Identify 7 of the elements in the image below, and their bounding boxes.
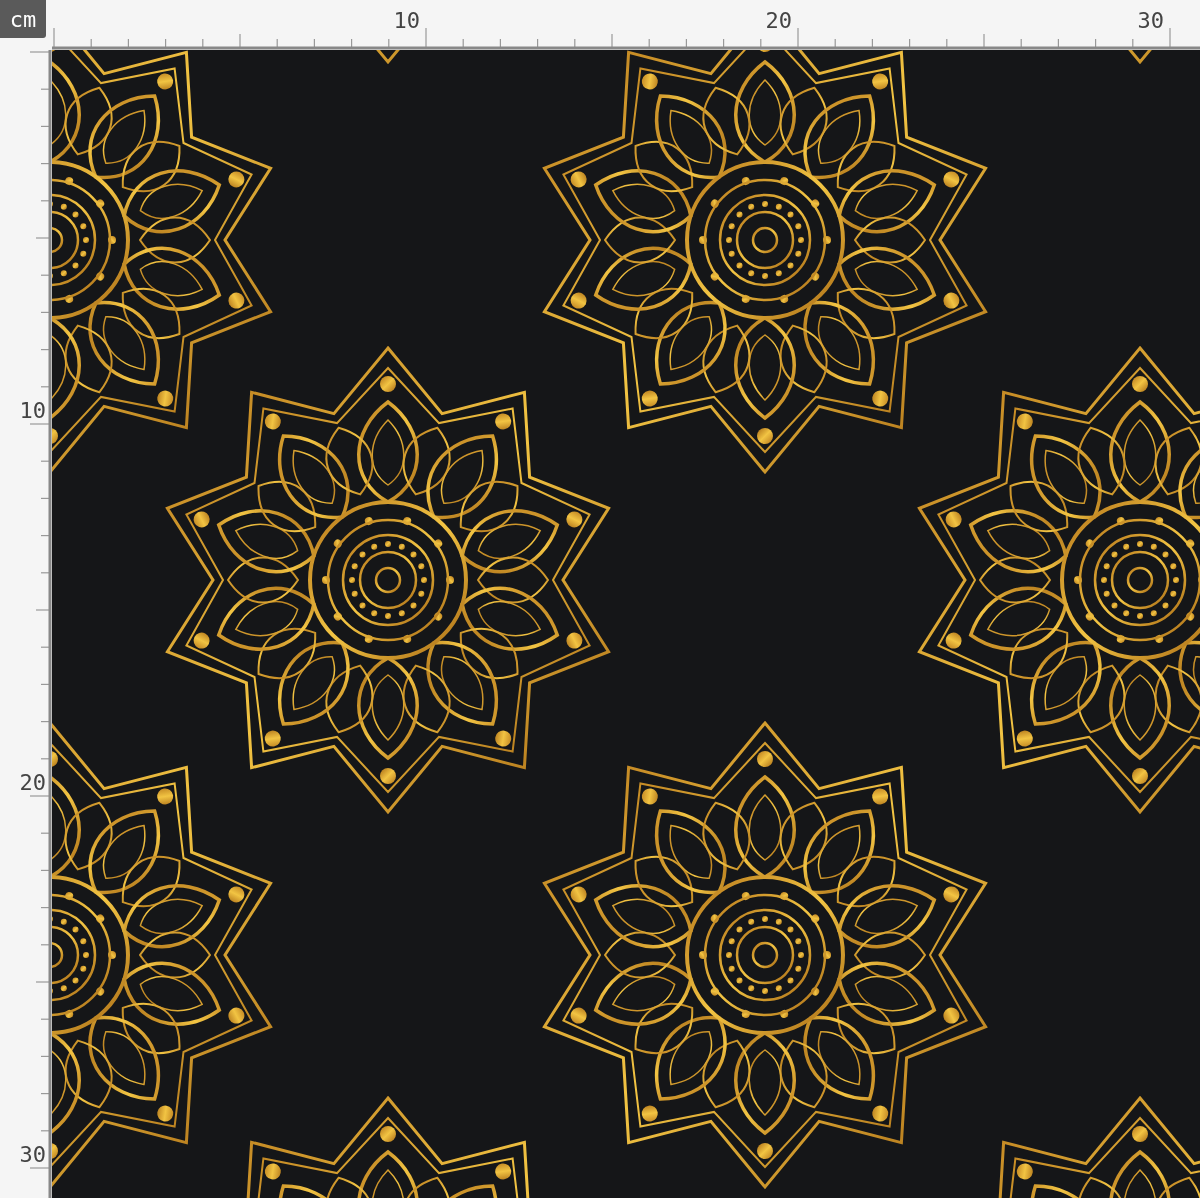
- ruler-label: 20: [19, 770, 46, 795]
- ruler-label: 20: [765, 8, 792, 33]
- ruler-label: 30: [1137, 8, 1164, 33]
- unit-label: cm: [0, 0, 46, 38]
- ruler-label: 10: [393, 8, 420, 33]
- ruler-label: 30: [19, 1142, 46, 1167]
- ruler-label: 10: [19, 398, 46, 423]
